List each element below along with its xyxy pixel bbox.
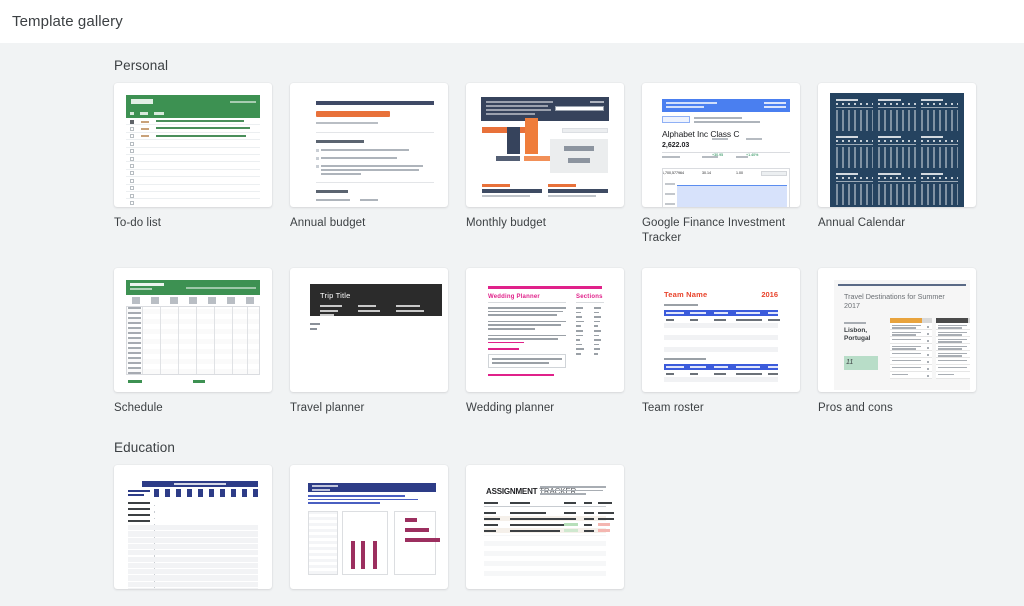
thumbnail-google-finance: Alphabet Inc Class C 2,622.03 +30.95 +1.… xyxy=(642,83,800,207)
template-card-monthly-budget[interactable] xyxy=(466,83,624,207)
thumbnail-monthly-budget xyxy=(466,83,624,207)
template-card-pros-and-cons[interactable]: Travel Destinations for Summer 2017 Lisb… xyxy=(818,268,976,392)
template-cell: Trip Title Travel planner xyxy=(290,268,448,416)
thumbnail-pros-and-cons: Travel Destinations for Summer 2017 Lisb… xyxy=(818,268,976,392)
template-cell: Annual budget xyxy=(290,83,448,246)
thumbnail-edu-charts xyxy=(290,465,448,589)
pros-cons-place: Lisbon, Portugal xyxy=(844,327,871,342)
template-card-schedule[interactable] xyxy=(114,268,272,392)
template-card-edu-charts[interactable] xyxy=(290,465,448,589)
template-card-annual-budget[interactable] xyxy=(290,83,448,207)
pros-cons-score: 11 xyxy=(846,359,854,366)
template-row: ASSIGNMENT TRACKER xyxy=(114,465,1024,598)
page-title: Template gallery xyxy=(12,13,123,30)
template-label: Pros and cons xyxy=(818,402,893,414)
template-label: Monthly budget xyxy=(466,217,547,229)
thumbnail-annual-budget xyxy=(290,83,448,207)
template-cell: Team Name 2016 Team roster xyxy=(642,268,800,416)
template-cell: Schedule xyxy=(114,268,272,416)
template-cell: ASSIGNMENT TRACKER xyxy=(466,465,624,598)
team-roster-year: 2016 xyxy=(761,290,778,299)
template-label: Annual Calendar xyxy=(818,217,906,229)
template-card-wedding-planner[interactable]: Wedding Planner Sections xyxy=(466,268,624,392)
template-card-travel-planner[interactable]: Trip Title xyxy=(290,268,448,392)
template-card-edu-gradebook[interactable] xyxy=(114,465,272,589)
wedding-title: Wedding Planner xyxy=(488,294,540,300)
section-education: Education ASSIGNMENT TRACKER xyxy=(0,440,1024,598)
section-personal: Personal To-do list Annual budget Monthl… xyxy=(0,58,1024,416)
thumbnail-team-roster: Team Name 2016 xyxy=(642,268,800,392)
template-label: Schedule xyxy=(114,402,163,414)
template-cell xyxy=(114,465,272,598)
template-cell xyxy=(290,465,448,598)
template-label: Travel planner xyxy=(290,402,365,414)
thumbnail-edu-gradebook xyxy=(114,465,272,589)
template-label: Google Finance Investment Tracker xyxy=(642,217,786,244)
template-cell: Monthly budget xyxy=(466,83,624,246)
template-row: To-do list Annual budget Monthly budget … xyxy=(114,83,1024,246)
template-card-annual-calendar[interactable] xyxy=(818,83,976,207)
section-heading-personal: Personal xyxy=(114,58,169,73)
template-label: Wedding planner xyxy=(466,402,555,414)
assignment-title-bold: ASSIGNMENT xyxy=(486,487,538,496)
template-card-to-do-list[interactable] xyxy=(114,83,272,207)
template-card-google-finance-investment-tracker[interactable]: Alphabet Inc Class C 2,622.03 +30.95 +1.… xyxy=(642,83,800,207)
thumbnail-to-do-list xyxy=(114,83,272,207)
template-cell: Wedding Planner Sections Wedding planner xyxy=(466,268,624,416)
top-app-bar: Template gallery xyxy=(0,0,1024,43)
thumbnail-schedule xyxy=(114,268,272,392)
thumbnail-travel-planner: Trip Title xyxy=(290,268,448,392)
template-card-team-roster[interactable]: Team Name 2016 xyxy=(642,268,800,392)
travel-trip-title: Trip Title xyxy=(320,291,351,300)
wedding-sections-title: Sections xyxy=(576,294,603,300)
finance-price: 2,622.03 xyxy=(662,142,690,149)
template-cell: Annual Calendar xyxy=(818,83,976,246)
template-label: To-do list xyxy=(114,217,162,229)
template-row: Schedule Trip Title Travel planner Weddi… xyxy=(114,268,1024,416)
pros-cons-heading: Travel Destinations for Summer 2017 xyxy=(844,292,945,310)
section-heading-education: Education xyxy=(114,440,175,455)
template-card-assignment-tracker[interactable]: ASSIGNMENT TRACKER xyxy=(466,465,624,589)
template-label: Annual budget xyxy=(290,217,366,229)
thumbnail-assignment-tracker: ASSIGNMENT TRACKER xyxy=(466,465,624,589)
template-cell: Alphabet Inc Class C 2,622.03 +30.95 +1.… xyxy=(642,83,800,246)
thumbnail-annual-calendar xyxy=(818,83,976,207)
thumbnail-wedding-planner: Wedding Planner Sections xyxy=(466,268,624,392)
template-gallery: Personal To-do list Annual budget Monthl… xyxy=(0,58,1024,598)
template-label: Team roster xyxy=(642,402,704,414)
template-cell: To-do list xyxy=(114,83,272,246)
team-roster-title: Team Name xyxy=(664,290,708,299)
template-cell: Travel Destinations for Summer 2017 Lisb… xyxy=(818,268,976,416)
